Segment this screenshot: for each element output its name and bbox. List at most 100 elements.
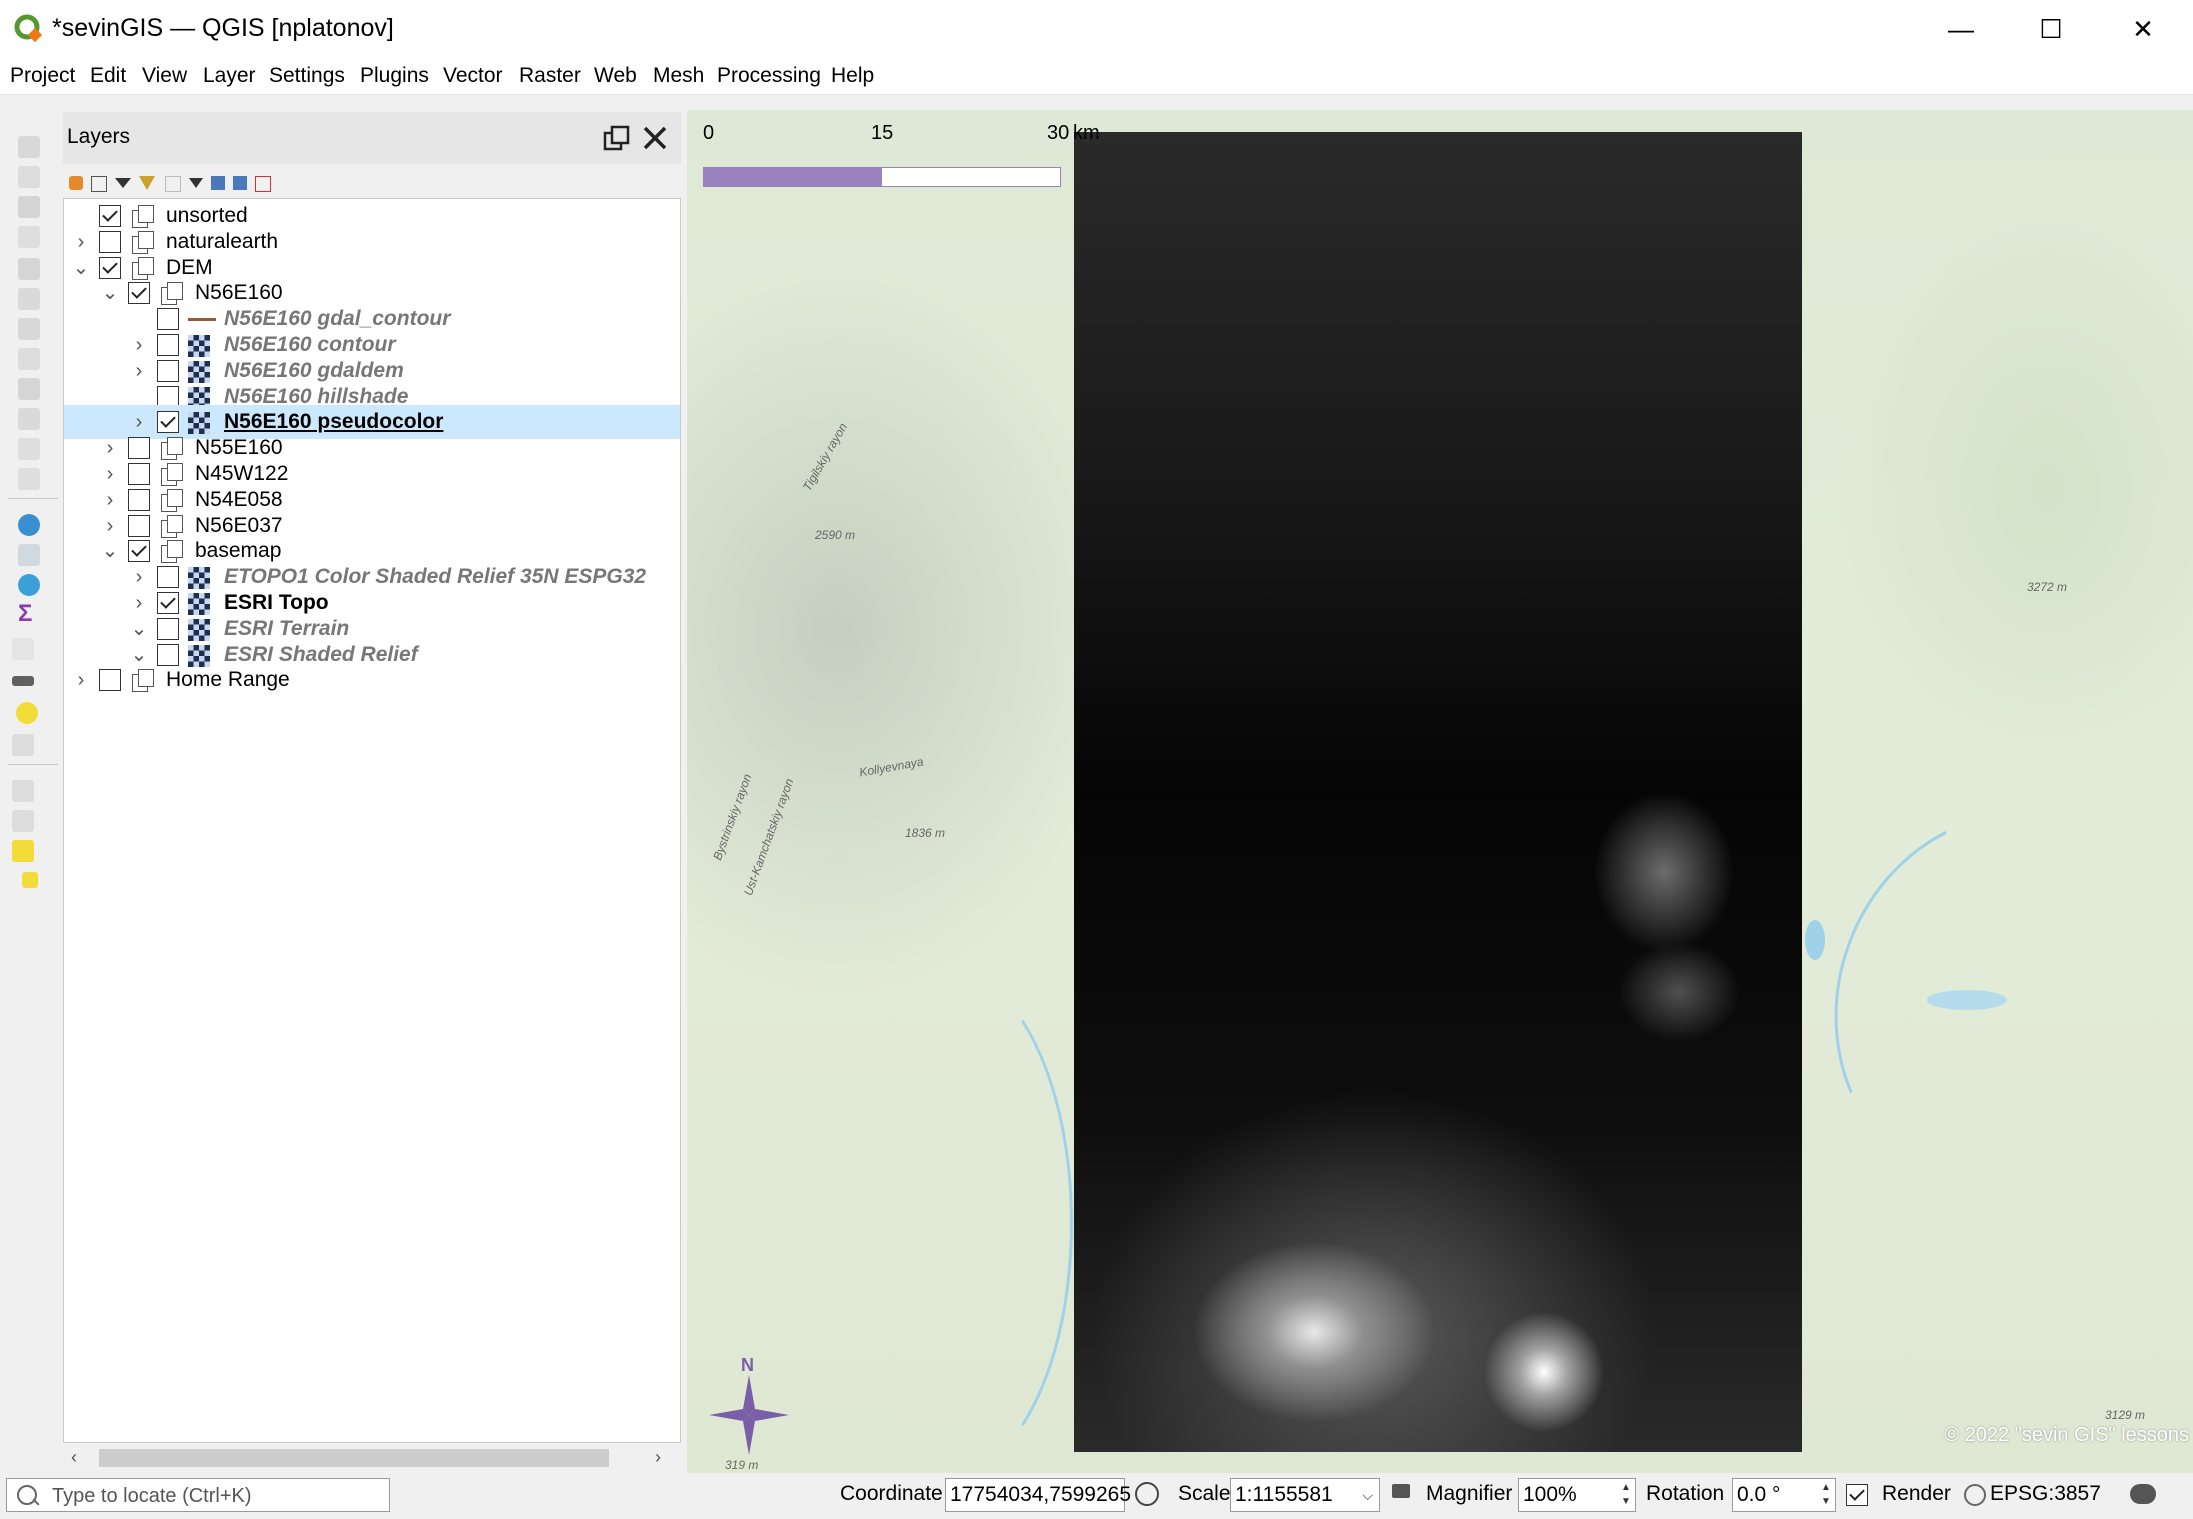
filter-legend-icon[interactable]: [139, 176, 155, 190]
menu-view[interactable]: View: [142, 58, 187, 94]
redo-icon[interactable]: [18, 468, 40, 490]
chevron-right-icon[interactable]: ›: [101, 463, 119, 485]
menu-project[interactable]: Project: [10, 58, 75, 94]
chevron-right-icon[interactable]: ›: [101, 437, 119, 459]
maximize-button[interactable]: ☐: [2006, 0, 2096, 58]
layer-visibility-checkbox[interactable]: [157, 643, 179, 666]
toggle-extents-icon[interactable]: [1135, 1482, 1159, 1506]
chevron-right-icon[interactable]: ›: [130, 334, 148, 356]
settings-gear-icon[interactable]: [18, 574, 40, 596]
menu-plugins[interactable]: Plugins: [360, 58, 429, 94]
chevron-down-icon[interactable]: ⌄: [101, 540, 119, 562]
messages-icon[interactable]: [2130, 1484, 2156, 1504]
chevron-down-icon[interactable]: ⌄: [130, 618, 148, 640]
render-checkbox[interactable]: [1846, 1484, 1868, 1506]
layer-visibility-checkbox[interactable]: [99, 230, 121, 253]
measure-line-icon[interactable]: [12, 676, 34, 686]
layer-visibility-checkbox[interactable]: [128, 514, 150, 537]
expand-all-icon[interactable]: [211, 176, 225, 190]
menu-mesh[interactable]: Mesh: [653, 58, 704, 94]
identify-features-icon[interactable]: [18, 514, 40, 536]
close-button[interactable]: ✕: [2098, 0, 2188, 58]
chevron-right-icon[interactable]: ›: [130, 566, 148, 588]
scale-combobox[interactable]: 1:1155581 ⌵: [1230, 1478, 1380, 1512]
select-by-value-icon[interactable]: [12, 810, 34, 832]
close-panel-icon[interactable]: [641, 124, 669, 152]
collapse-all-icon[interactable]: [233, 176, 247, 190]
layer-visibility-checkbox[interactable]: [128, 282, 150, 305]
modify-attributes-icon[interactable]: [18, 288, 40, 310]
menu-edit[interactable]: Edit: [90, 58, 126, 94]
menu-settings[interactable]: Settings: [269, 58, 345, 94]
globe-crs-icon[interactable]: [1964, 1484, 1986, 1506]
menu-layer[interactable]: Layer: [203, 58, 256, 94]
layer-visibility-checkbox[interactable]: [99, 205, 121, 227]
style-manager-icon[interactable]: [69, 176, 83, 190]
chevron-right-icon[interactable]: ›: [101, 515, 119, 537]
scroll-right-icon[interactable]: ›: [655, 1447, 661, 1468]
cut-features-icon[interactable]: [18, 348, 40, 370]
menu-raster[interactable]: Raster: [519, 58, 581, 94]
remove-layer-icon[interactable]: [255, 176, 271, 192]
chevron-down-icon[interactable]: ⌄: [72, 257, 90, 279]
chevron-down-icon[interactable]: ⌄: [101, 282, 119, 304]
rotation-spinbox[interactable]: 0.0 ° ▲ ▼: [1732, 1478, 1836, 1512]
chevron-right-icon[interactable]: ›: [130, 592, 148, 614]
locator-search-input[interactable]: Type to locate (Ctrl+K): [6, 1478, 390, 1512]
layer-visibility-checkbox[interactable]: [128, 540, 150, 563]
menu-help[interactable]: Help: [831, 58, 874, 94]
select-features-icon[interactable]: [12, 780, 34, 802]
save-edits-icon[interactable]: [18, 196, 40, 218]
spinner-arrows-icon[interactable]: ▲ ▼: [1619, 1481, 1633, 1509]
chevron-down-icon[interactable]: ⌄: [130, 644, 148, 666]
horizontal-scrollbar[interactable]: ‹ ›: [63, 1443, 681, 1473]
minimize-button[interactable]: —: [1916, 0, 2006, 58]
deselect-features-icon[interactable]: [12, 840, 34, 862]
select-location-icon[interactable]: [22, 872, 38, 888]
menu-vector[interactable]: Vector: [443, 58, 503, 94]
lock-scale-icon[interactable]: [1392, 1484, 1410, 1498]
chevron-right-icon[interactable]: ›: [130, 411, 148, 433]
layer-visibility-checkbox[interactable]: [157, 334, 179, 356]
statistics-sigma-icon[interactable]: Σ: [18, 600, 32, 628]
add-feature-icon[interactable]: [18, 226, 40, 248]
layer-visibility-checkbox[interactable]: [99, 669, 121, 692]
layer-visibility-checkbox[interactable]: [157, 385, 179, 408]
attribute-table-icon[interactable]: [18, 544, 40, 566]
filter-by-expression-icon[interactable]: [165, 176, 181, 192]
map-canvas[interactable]: Tigilskiy rayon 2590 m Bystrinskiy rayon…: [687, 110, 2193, 1473]
layer-visibility-checkbox[interactable]: [128, 437, 150, 460]
layer-visibility-checkbox[interactable]: [99, 256, 121, 279]
dropdown-arrow-icon[interactable]: [189, 178, 203, 188]
layer-visibility-checkbox[interactable]: [157, 308, 179, 331]
vertex-tool-icon[interactable]: [18, 258, 40, 280]
scroll-left-icon[interactable]: ‹: [71, 1447, 77, 1468]
zoom-icon[interactable]: [12, 734, 34, 756]
spinner-arrows-icon[interactable]: ▲ ▼: [1819, 1481, 1833, 1509]
layer-visibility-checkbox[interactable]: [157, 566, 179, 589]
manage-map-themes-icon[interactable]: [115, 178, 131, 188]
undo-icon[interactable]: [18, 438, 40, 460]
undock-panel-icon[interactable]: [603, 124, 631, 152]
chevron-right-icon[interactable]: ›: [101, 489, 119, 511]
chevron-right-icon[interactable]: ›: [130, 360, 148, 382]
coordinate-field[interactable]: 17754034,7599265: [945, 1478, 1131, 1512]
chevron-right-icon[interactable]: ›: [72, 669, 90, 691]
copy-features-icon[interactable]: [18, 378, 40, 400]
layer-visibility-checkbox[interactable]: [128, 488, 150, 511]
scrollbar-thumb[interactable]: [99, 1449, 609, 1467]
layer-visibility-checkbox[interactable]: [128, 463, 150, 485]
toggle-editing-icon[interactable]: [18, 136, 40, 158]
menu-web[interactable]: Web: [594, 58, 637, 94]
chevron-right-icon[interactable]: ›: [72, 231, 90, 253]
layer-tree-row[interactable]: › Home Range: [64, 663, 680, 697]
layer-visibility-checkbox[interactable]: [157, 617, 179, 640]
delete-selected-icon[interactable]: [18, 318, 40, 340]
layer-visibility-checkbox[interactable]: [157, 359, 179, 382]
menu-processing[interactable]: Processing: [717, 58, 821, 94]
magnifier-spinbox[interactable]: 100% ▲ ▼: [1518, 1478, 1636, 1512]
add-group-icon[interactable]: [91, 176, 107, 192]
annotation-icon[interactable]: [16, 702, 38, 724]
pencil-icon[interactable]: [18, 166, 40, 188]
layer-visibility-checkbox[interactable]: [157, 411, 179, 434]
